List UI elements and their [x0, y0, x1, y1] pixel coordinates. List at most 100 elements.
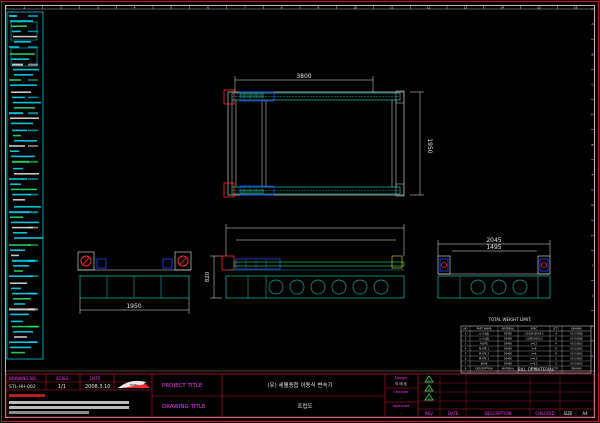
note-line [10, 150, 19, 152]
sheet-inner-border [5, 5, 595, 418]
top-ruler-label: 2 [60, 6, 62, 10]
top-view-plan: 3800 1950 [223, 73, 433, 198]
dim-top-height: 1950 [426, 138, 433, 153]
side-ruler-label: I [592, 263, 593, 267]
parts-header-cell: REMARK [571, 327, 582, 331]
parts-cell: SS400 [504, 347, 512, 351]
drawing-title-value: 조립도 [297, 402, 312, 410]
note-line [28, 79, 38, 81]
note-line [28, 96, 38, 99]
note-line [14, 303, 25, 305]
note-line [10, 346, 31, 349]
project-title-label: PROJECT TITLE [162, 383, 203, 389]
top-ruler-label: 4 [134, 6, 136, 10]
parts-header-cell: SPEC [531, 327, 538, 331]
left-notes-panel [6, 11, 44, 360]
parts-table: TOTAL WEIGHT LIMIT: NO PART NAME MATERIAL S… [460, 317, 592, 374]
note-line [28, 211, 38, 214]
top-ruler-label: 1 [23, 6, 25, 10]
note-line [11, 320, 23, 323]
parts-header-cell: PART NAME [477, 327, 492, 331]
note-line [13, 167, 23, 170]
note-line [11, 155, 35, 158]
note-line [12, 30, 21, 33]
parts-table-title: TOTAL WEIGHT LIMIT: [488, 317, 532, 322]
side-grid-ruler: A B C D E F G H I J K L [591, 8, 595, 358]
parts-cell: SS400 [504, 332, 512, 336]
left-side-view: 1950 [77, 251, 192, 314]
side-ruler-label: J [591, 294, 593, 298]
parts-cell: PLATE [480, 342, 488, 346]
parts-cell: SS400 [504, 342, 512, 346]
note-line [12, 129, 27, 132]
project-title-value: (유) 세웰종합 이동식 변속기 [267, 381, 332, 389]
top-ruler-label: 11 [390, 6, 394, 10]
note-line [28, 145, 38, 147]
side-ruler-label: H [591, 233, 593, 237]
parts-cell: PLATE 3 [479, 357, 489, 361]
note-line [28, 325, 38, 328]
note-line [10, 249, 25, 251]
note-line [11, 287, 21, 290]
note-line [11, 351, 25, 354]
checked-value: - [400, 396, 402, 400]
parts-cell: t=4.5 [530, 357, 537, 361]
note-line [28, 275, 38, 277]
svg-text:2: 2 [428, 388, 430, 392]
mini-sketch [10, 47, 38, 67]
note-line [11, 91, 31, 93]
note-line [13, 199, 25, 201]
checked-col-label: CHECKED [535, 411, 554, 416]
top-ruler-label: 8 [281, 6, 283, 10]
parts-cell: REMARK [571, 367, 582, 371]
note-line [28, 226, 38, 229]
design-value: 이 태 호 [395, 381, 408, 386]
parts-cell: 6 [555, 352, 557, 356]
note-line [13, 331, 33, 333]
note-line [14, 173, 39, 175]
parts-cell: KS D3503 [570, 357, 583, 361]
date-col-label: DATE [448, 411, 459, 416]
note-line [28, 308, 38, 311]
side-ruler-label: B [591, 52, 593, 56]
note-line [28, 244, 38, 246]
front-elevation-view: 820 [205, 224, 405, 299]
parts-header-cell: MATERIAL [502, 327, 515, 331]
parts-header-cell: NO [464, 327, 468, 331]
side-ruler-label: F [592, 173, 594, 177]
title-block: DRAWING NO. STL-HH-002 SCALE 1/1 DATE 20… [5, 373, 595, 418]
parts-cell: KS D3503 [570, 352, 583, 356]
parts-cell: 4 [465, 347, 467, 351]
top-ruler-label: 9 [317, 6, 319, 10]
parts-cell: QTY [553, 367, 558, 371]
note-line [10, 313, 29, 316]
side-ruler-label: L [592, 354, 594, 358]
note-line [28, 292, 38, 295]
side-ruler-label: K [592, 324, 595, 328]
note-line [13, 35, 37, 38]
note-line [11, 122, 33, 125]
parts-cell: KS D3568 [570, 332, 583, 336]
parts-cell: 5 [465, 352, 467, 356]
parts-cell: PLATE 2 [479, 352, 489, 356]
description-col-label: DESCRIPTION [484, 411, 511, 416]
parts-cell: MATERIAL [502, 367, 515, 371]
note-line [10, 216, 23, 218]
note-line [28, 341, 38, 343]
revision-triangle-1: 1 [424, 375, 434, 383]
note-line [9, 244, 31, 246]
parts-cell: 2 [555, 357, 557, 361]
parts-cell: □100X100X4.5 [524, 332, 544, 336]
note-line [10, 183, 21, 185]
parts-cell: 3 [465, 342, 467, 346]
note-line [11, 254, 19, 257]
drawing-title-label: DRAWING TITLE [162, 404, 206, 410]
svg-text:HANA: HANA [130, 383, 140, 387]
parts-cell: SS400 [504, 352, 512, 356]
note-line [12, 96, 25, 99]
drawing-no-value: STL-HH-002 [9, 384, 36, 390]
left-notes-strip [9, 394, 129, 414]
note-line [28, 30, 38, 33]
note-line [12, 160, 29, 163]
note-line [14, 74, 33, 76]
